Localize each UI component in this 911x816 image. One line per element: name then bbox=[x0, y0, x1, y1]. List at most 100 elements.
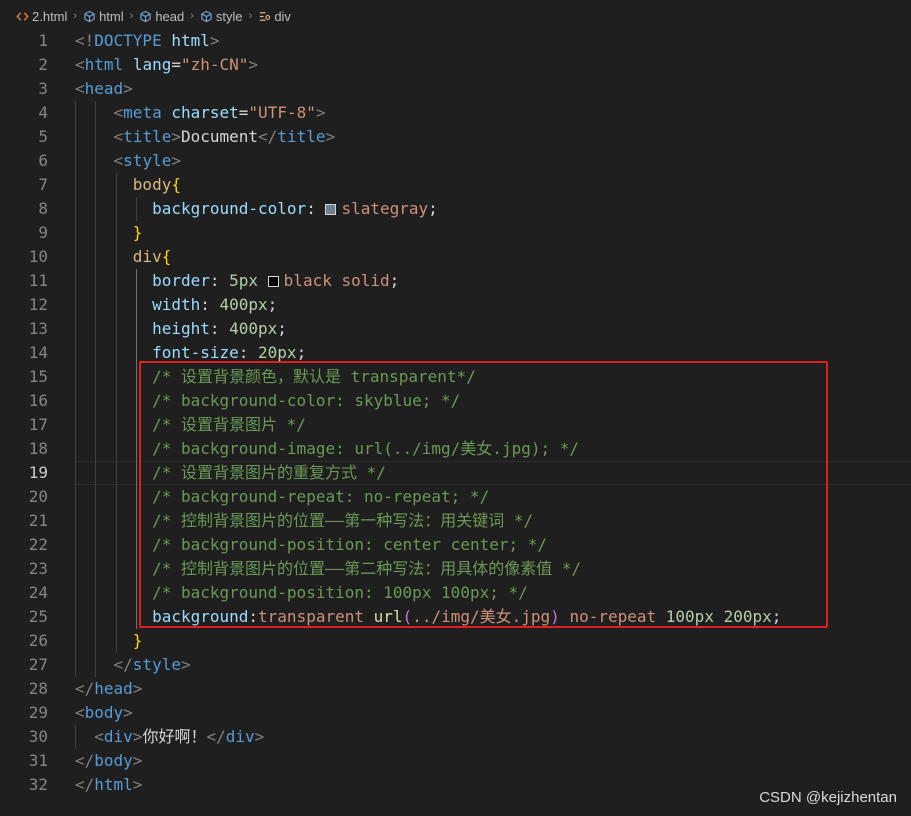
code-token: < bbox=[113, 103, 124, 122]
code-line[interactable]: 31 </body> bbox=[0, 749, 911, 773]
code-line[interactable]: 12 width: 400px; bbox=[0, 293, 911, 317]
code-token: < bbox=[113, 151, 124, 170]
code-token: "UTF-8" bbox=[248, 103, 316, 122]
line-code: div{ bbox=[75, 245, 172, 269]
code-token: /* background-color: skyblue; */ bbox=[152, 391, 461, 410]
line-code: /* 控制背景图片的位置——第一种写法：用关键词 */ bbox=[75, 509, 533, 533]
code-token: /* background-position: 100px 100px; */ bbox=[152, 583, 528, 602]
watermark: CSDN @kejizhentan bbox=[759, 789, 897, 806]
code-line[interactable]: 25 background:transparent url(../img/美女.… bbox=[0, 605, 911, 629]
line-number: 11 bbox=[28, 271, 48, 290]
color-swatch-icon[interactable] bbox=[267, 276, 279, 287]
line-number: 30 bbox=[28, 727, 48, 746]
code-token: > bbox=[171, 151, 181, 170]
line-number: 25 bbox=[28, 607, 48, 626]
breadcrumb-item-html[interactable]: html bbox=[83, 9, 124, 24]
code-line[interactable]: 13 height: 400px; bbox=[0, 317, 911, 341]
code-line[interactable]: 20 /* background-repeat: no-repeat; */ bbox=[0, 485, 911, 509]
code-line[interactable]: 6 <style> bbox=[0, 149, 911, 173]
code-token: > bbox=[132, 727, 143, 746]
line-number: 8 bbox=[38, 199, 48, 218]
breadcrumb-label: div bbox=[274, 8, 291, 24]
line-code: <meta charset="UTF-8"> bbox=[75, 101, 326, 125]
breadcrumb-item-2-html[interactable]: 2.html bbox=[16, 9, 67, 24]
breadcrumb-label: 2.html bbox=[32, 8, 68, 24]
code-token: </ bbox=[75, 775, 95, 794]
code-token: no-repeat bbox=[569, 607, 657, 626]
code-token: : bbox=[306, 199, 326, 218]
code-line[interactable]: 3 <head> bbox=[0, 77, 911, 101]
code-line[interactable]: 2 <html lang="zh-CN"> bbox=[0, 53, 911, 77]
code-line[interactable]: 10 div{ bbox=[0, 245, 911, 269]
line-code: } bbox=[75, 629, 143, 653]
code-line[interactable]: 30 <div>你好啊！</div> bbox=[0, 725, 911, 749]
line-number: 17 bbox=[28, 415, 48, 434]
line-number: 14 bbox=[28, 343, 48, 362]
code-line[interactable]: 14 font-size: 20px; bbox=[0, 341, 911, 365]
line-number: 29 bbox=[28, 703, 48, 722]
code-line[interactable]: 17 /* 设置背景图片 */ bbox=[0, 413, 911, 437]
code-token: } bbox=[132, 223, 143, 242]
color-swatch-icon[interactable] bbox=[325, 204, 337, 215]
code-line[interactable]: 11 border: 5px black solid; bbox=[0, 269, 911, 293]
code-line[interactable]: 23 /* 控制背景图片的位置——第二种写法：用具体的像素值 */ bbox=[0, 557, 911, 581]
line-code: /* background-repeat: no-repeat; */ bbox=[75, 485, 489, 509]
code-token: border bbox=[152, 271, 210, 290]
code-line[interactable]: 19 /* 设置背景图片的重复方式 */ bbox=[0, 461, 911, 485]
code-line[interactable]: 5 <title>Document</title> bbox=[0, 125, 911, 149]
line-code: <head> bbox=[75, 77, 133, 101]
code-line[interactable]: 15 /* 设置背景颜色，默认是 transparent*/ bbox=[0, 365, 911, 389]
code-line[interactable]: 16 /* background-color: skyblue; */ bbox=[0, 389, 911, 413]
code-line[interactable]: 24 /* background-position: 100px 100px; … bbox=[0, 581, 911, 605]
code-token: charset bbox=[171, 103, 239, 122]
breadcrumb-item-style[interactable]: style bbox=[200, 9, 243, 24]
code-token: body bbox=[94, 751, 133, 770]
code-token: style bbox=[123, 151, 172, 170]
code-token: { bbox=[161, 247, 172, 266]
line-number: 20 bbox=[28, 487, 48, 506]
code-line[interactable]: 22 /* background-position: center center… bbox=[0, 533, 911, 557]
code-token: > bbox=[171, 127, 181, 146]
code-token: < bbox=[94, 727, 104, 746]
code-line[interactable]: 26 } bbox=[0, 629, 911, 653]
line-code: } bbox=[75, 221, 143, 245]
code-token: > bbox=[325, 127, 336, 146]
code-token: background bbox=[152, 607, 249, 626]
code-line[interactable]: 4 <meta charset="UTF-8"> bbox=[0, 101, 911, 125]
line-number: 4 bbox=[38, 103, 48, 122]
chevron-right-icon: › bbox=[190, 10, 194, 22]
code-token: </ bbox=[75, 751, 95, 770]
code-editor[interactable]: 1 <!DOCTYPE html> 2 <html lang="zh-CN"> 3 <he… bbox=[0, 29, 911, 816]
code-token: > bbox=[132, 775, 143, 794]
code-line[interactable]: 21 /* 控制背景图片的位置——第一种写法：用关键词 */ bbox=[0, 509, 911, 533]
line-number: 24 bbox=[28, 583, 48, 602]
code-line[interactable]: 18 /* background-image: url(../img/美女.jp… bbox=[0, 437, 911, 461]
line-code: /* background-color: skyblue; */ bbox=[75, 389, 460, 413]
code-line[interactable]: 1 <!DOCTYPE html> bbox=[0, 29, 911, 53]
code-line[interactable]: 9 } bbox=[0, 221, 911, 245]
line-code: border: 5px black solid; bbox=[75, 269, 399, 293]
code-token: < bbox=[113, 127, 124, 146]
element-icon bbox=[83, 10, 96, 23]
code-line[interactable]: 29 <body> bbox=[0, 701, 911, 725]
code-token: html bbox=[84, 55, 124, 74]
breadcrumb-label: style bbox=[215, 8, 243, 24]
code-token: black solid bbox=[283, 271, 390, 290]
line-number: 15 bbox=[28, 367, 48, 386]
code-line[interactable]: 28 </head> bbox=[0, 677, 911, 701]
code-line[interactable]: 8 background-color: slategray; bbox=[0, 197, 911, 221]
code-token: = bbox=[171, 55, 181, 74]
breadcrumb-item-div[interactable]: div bbox=[258, 9, 291, 24]
breadcrumb-item-head[interactable]: head bbox=[139, 9, 184, 24]
code-line[interactable]: 27 </style> bbox=[0, 653, 911, 677]
code-line[interactable]: 7 body{ bbox=[0, 173, 911, 197]
